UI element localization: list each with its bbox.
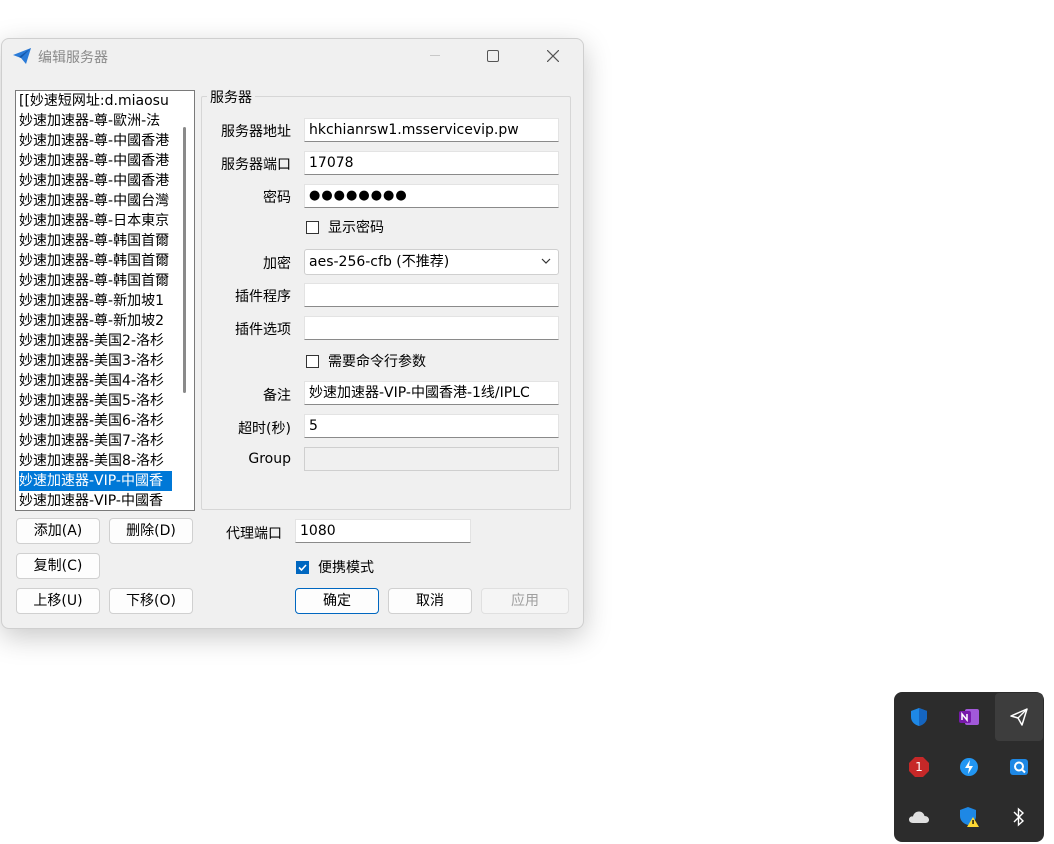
server-list-item[interactable]: 妙速加速器-尊-韩国首爾 [19, 271, 172, 291]
tray-shield[interactable] [895, 693, 943, 741]
tray-onenote[interactable] [945, 693, 993, 741]
server-list-item[interactable]: [[妙速短网址:d.miaosu [19, 91, 172, 111]
server-list-item[interactable]: 妙速加速器-尊-歐洲-法 [19, 111, 172, 131]
server-list-item[interactable]: 妙速加速器-尊-新加坡1 [19, 291, 172, 311]
server-list-item[interactable]: 妙速加速器-美国6-洛杉 [19, 411, 172, 431]
password-label: 密码 [263, 190, 291, 206]
search-app-icon [1010, 759, 1028, 775]
tray-cloud[interactable] [895, 793, 943, 841]
remarks-label: 备注 [263, 388, 291, 404]
server-list-item[interactable]: 妙速加速器-美国2-洛杉 [19, 331, 172, 351]
show-password-label: 显示密码 [328, 220, 384, 236]
minimize-button[interactable] [412, 39, 458, 73]
shield-warning-icon [960, 807, 979, 827]
tray-lightning[interactable] [945, 743, 993, 791]
close-icon [547, 50, 559, 62]
tray-shield-warning[interactable] [945, 793, 993, 841]
add-button[interactable]: 添加(A) [16, 518, 100, 544]
cancel-button[interactable]: 取消 [388, 588, 472, 614]
server-list-item[interactable]: 妙速加速器-尊-中國香港 [19, 131, 172, 151]
plugin-label: 插件程序 [235, 289, 291, 305]
plugin-input[interactable] [304, 283, 559, 307]
server-list-item[interactable]: 妙速加速器-尊-中國台灣 [19, 191, 172, 211]
server-list-item[interactable]: 妙速加速器-尊-新加坡2 [19, 311, 172, 331]
server-list-item[interactable]: 妙速加速器-尊-中國香港 [19, 151, 172, 171]
server-list-item[interactable]: 妙速加速器-尊-韩国首爾 [19, 251, 172, 271]
remarks-input[interactable]: 妙速加速器-VIP-中國香港-1线/IPLC [304, 381, 559, 405]
encryption-select[interactable]: aes-256-cfb (不推荐) [304, 249, 559, 275]
server-list-item[interactable]: 妙速加速器-美国4-洛杉 [19, 371, 172, 391]
chevron-down-icon [541, 258, 551, 264]
encryption-label: 加密 [263, 256, 291, 272]
delete-button[interactable]: 删除(D) [109, 518, 193, 544]
password-input[interactable]: ●●●●●●●● [304, 184, 559, 208]
bluetooth-icon [1013, 807, 1025, 827]
portable-mode-label: 便携模式 [318, 560, 374, 576]
tray-bluetooth[interactable] [995, 793, 1043, 841]
server-list-item[interactable]: 妙速加速器-VIP-中國香 [19, 471, 172, 491]
plugin-options-label: 插件选项 [235, 322, 291, 338]
server-list-item[interactable]: 妙速加速器-美国7-洛杉 [19, 431, 172, 451]
copy-button[interactable]: 复制(C) [16, 553, 100, 579]
need-cmd-args-box[interactable] [306, 354, 319, 368]
portable-mode-checkbox[interactable]: 便携模式 [296, 557, 374, 577]
maximize-button[interactable] [470, 39, 516, 73]
lightning-icon [960, 758, 978, 776]
dialog-title: 编辑服务器 [38, 50, 108, 66]
server-list-item[interactable]: 妙速加速器-VIP-中國香 [19, 491, 172, 510]
server-address-input[interactable]: hkchianrsw1.msservicevip.pw [304, 118, 559, 142]
server-list-item[interactable]: 妙速加速器-尊-中國香港 [19, 171, 172, 191]
server-list-item[interactable]: 妙速加速器-美国5-洛杉 [19, 391, 172, 411]
maximize-icon [487, 50, 499, 62]
server-list-item[interactable]: 妙速加速器-尊-韩国首爾 [19, 231, 172, 251]
tray-search-app[interactable] [995, 743, 1043, 791]
tray-notification[interactable]: 1 [895, 743, 943, 791]
tray-paper-plane[interactable] [995, 693, 1043, 741]
move-up-button[interactable]: 上移(U) [16, 588, 100, 614]
show-password-checkbox[interactable]: 显示密码 [306, 217, 384, 237]
ok-button[interactable]: 确定 [295, 588, 379, 614]
proxy-port-label: 代理端口 [226, 526, 282, 542]
system-tray-overflow: 1 [894, 692, 1044, 842]
server-group-title: 服务器 [207, 87, 255, 107]
minimize-icon [430, 55, 440, 56]
need-cmd-args-checkbox[interactable]: 需要命令行参数 [306, 351, 426, 371]
move-down-button[interactable]: 下移(O) [109, 588, 193, 614]
server-list[interactable]: [[妙速短网址:d.miaosu 妙速加速器-尊-歐洲-法 妙速加速器-尊-中國香港… [15, 90, 195, 511]
checkmark-icon [298, 563, 307, 571]
close-button[interactable] [530, 39, 576, 73]
server-list-item[interactable]: 妙速加速器-美国3-洛杉 [19, 351, 172, 371]
timeout-input[interactable]: 5 [304, 414, 559, 438]
plugin-options-input[interactable] [304, 316, 559, 340]
group-label: Group [248, 451, 291, 467]
edit-server-dialog: 编辑服务器 [[妙速短网址:d.miaosu 妙速加速器-尊-歐洲-法 妙速加速器-… [1, 38, 584, 629]
encryption-value: aes-256-cfb (不推荐) [309, 254, 450, 270]
paper-plane-icon [1010, 708, 1028, 726]
server-port-input[interactable]: 17078 [304, 151, 559, 175]
timeout-label: 超时(秒) [238, 421, 291, 437]
cloud-icon [909, 811, 929, 823]
shield-icon [911, 708, 927, 726]
paper-plane-icon [13, 48, 31, 64]
apply-button[interactable]: 应用 [481, 588, 569, 614]
title-bar[interactable]: 编辑服务器 [2, 39, 583, 73]
port-label: 服务器端口 [221, 157, 291, 173]
list-scrollbar[interactable] [183, 127, 186, 393]
portable-mode-box[interactable] [296, 560, 309, 574]
proxy-port-input[interactable]: 1080 [295, 519, 471, 543]
onenote-icon [959, 709, 979, 725]
notification-badge-count: 1 [915, 760, 923, 774]
group-input[interactable] [304, 447, 559, 471]
server-list-item[interactable]: 妙速加速器-尊-日本東京 [19, 211, 172, 231]
need-cmd-args-label: 需要命令行参数 [328, 354, 426, 370]
show-password-box[interactable] [306, 220, 319, 234]
server-list-item[interactable]: 妙速加速器-美国8-洛杉 [19, 451, 172, 471]
address-label: 服务器地址 [221, 124, 291, 140]
